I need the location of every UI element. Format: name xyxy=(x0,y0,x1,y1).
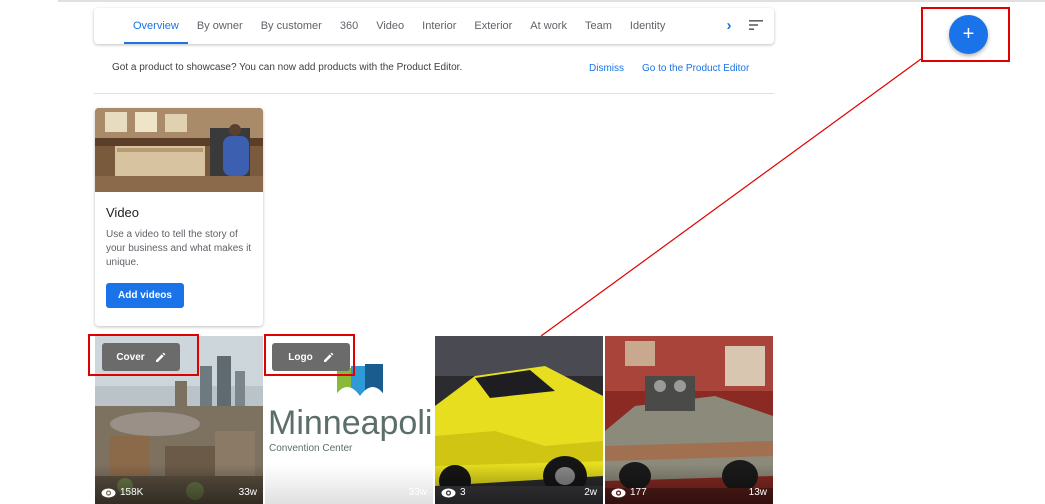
chevron-right-icon[interactable]: › xyxy=(721,18,737,34)
video-card: Video Use a video to tell the story of y… xyxy=(95,108,263,326)
pencil-icon xyxy=(155,352,166,362)
eye-icon xyxy=(101,488,116,497)
eye-icon xyxy=(441,488,456,497)
video-card-description: Use a video to tell the story of your bu… xyxy=(106,229,252,268)
tab-exterior[interactable]: Exterior xyxy=(465,8,521,44)
photo-age: 13w xyxy=(748,487,767,498)
logo-edit-button[interactable]: Logo xyxy=(272,343,350,371)
view-count: 3 xyxy=(441,487,466,498)
tab-list: Overview By owner By customer 360 Video … xyxy=(94,8,674,44)
cover-edit-button[interactable]: Cover xyxy=(102,343,180,371)
logo-label: Logo xyxy=(288,351,313,363)
tab-by-owner[interactable]: By owner xyxy=(188,8,252,44)
photo-age: 33w xyxy=(408,487,427,498)
view-count: 158K xyxy=(101,487,143,498)
tab-by-customer[interactable]: By customer xyxy=(252,8,331,44)
video-card-image xyxy=(95,108,263,192)
photo-category-tabbar: Overview By owner By customer 360 Video … xyxy=(94,8,774,44)
tab-360[interactable]: 360 xyxy=(331,8,367,44)
cover-label: Cover xyxy=(116,351,145,363)
view-count: 177 xyxy=(611,487,647,498)
tab-team[interactable]: Team xyxy=(576,8,621,44)
sort-icon[interactable] xyxy=(749,19,763,31)
tab-interior[interactable]: Interior xyxy=(413,8,465,44)
add-videos-button[interactable]: Add videos xyxy=(106,283,184,308)
photo-rusty-car[interactable]: 177 13w xyxy=(605,336,773,504)
logo-title: Minneapolis xyxy=(268,404,433,442)
product-editor-link[interactable]: Go to the Product Editor xyxy=(642,63,749,74)
tab-identity[interactable]: Identity xyxy=(621,8,674,44)
banner-message: Got a product to showcase? You can now a… xyxy=(112,62,463,73)
video-card-title: Video xyxy=(106,205,140,220)
logo-subtitle: Convention Center xyxy=(269,443,353,454)
add-photo-fab[interactable]: + xyxy=(949,15,988,54)
eye-icon xyxy=(611,488,626,497)
photo-yellow-car[interactable]: 3 2w xyxy=(435,336,603,504)
tab-overview[interactable]: Overview xyxy=(124,8,188,44)
photo-age: 2w xyxy=(584,487,597,498)
dismiss-link[interactable]: Dismiss xyxy=(589,63,624,74)
top-divider xyxy=(58,0,1045,2)
tab-at-work[interactable]: At work xyxy=(521,8,576,44)
photo-age: 33w xyxy=(238,487,257,498)
product-editor-banner: Got a product to showcase? You can now a… xyxy=(94,52,774,94)
pencil-icon xyxy=(323,352,334,362)
tab-video[interactable]: Video xyxy=(367,8,413,44)
